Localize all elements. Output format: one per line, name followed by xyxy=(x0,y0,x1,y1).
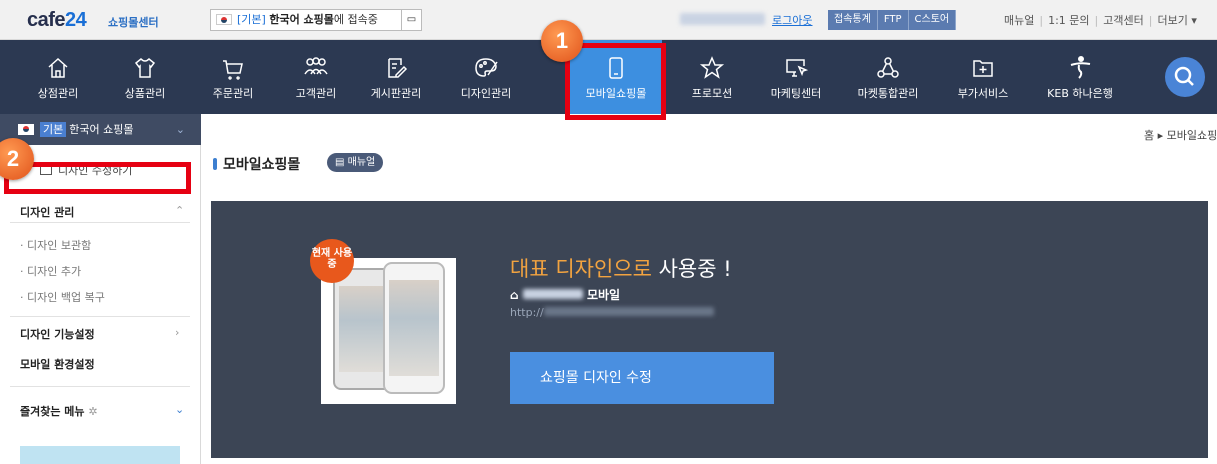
user-id-blurred xyxy=(680,13,765,25)
sidebar-item-design-backup[interactable]: · 디자인 백업 복구 xyxy=(20,289,105,305)
inquiry-link[interactable]: 1:1 문의 xyxy=(1048,14,1089,27)
nav-design[interactable]: 디자인관리 xyxy=(450,40,522,114)
nav-promotion[interactable]: 프로모션 xyxy=(677,40,747,114)
sidebar-favorites[interactable]: 즐겨찾는 메뉴 ✲ ⌄ xyxy=(20,403,184,419)
chevron-right-icon: › xyxy=(175,326,180,339)
cstore-button[interactable]: C스토어 xyxy=(908,10,957,30)
chevron-up-icon: ⌃ xyxy=(175,204,185,217)
chevron-down-icon: ⌄ xyxy=(175,403,185,416)
divider xyxy=(10,316,190,317)
nav-market-integration[interactable]: 마켓통합관리 xyxy=(845,40,931,114)
sidebar-item-design-add[interactable]: · 디자인 추가 xyxy=(20,263,81,279)
nav-marketing[interactable]: 마케팅센터 xyxy=(760,40,832,114)
support-link[interactable]: 고객센터 xyxy=(1103,14,1143,27)
step-badge-1: 1 xyxy=(541,20,583,62)
nav-order[interactable]: 주문관리 xyxy=(203,40,263,114)
sidebar-banner[interactable] xyxy=(20,446,180,464)
star-icon xyxy=(699,56,725,79)
monitor-cursor-icon xyxy=(786,59,809,77)
shop-selector[interactable]: [기본] 한국어 쇼핑몰에 접속중 ▭ xyxy=(210,9,422,31)
search-icon xyxy=(1174,66,1194,86)
logout-link[interactable]: 로그아웃 xyxy=(772,12,812,28)
phone-image xyxy=(383,262,445,394)
current-use-badge: 현재 사용중 xyxy=(310,239,354,283)
nav-store[interactable]: 상점관리 xyxy=(28,40,88,114)
url-blurred xyxy=(543,307,714,316)
sidebar-shop-selector[interactable]: 기본 한국어 쇼핑몰 ⌄ xyxy=(0,114,201,145)
search-button[interactable] xyxy=(1165,57,1205,97)
nav-board[interactable]: 게시판관리 xyxy=(360,40,432,114)
edit-shop-design-button[interactable]: 쇼핑몰 디자인 수정 xyxy=(510,352,774,404)
top-buttons: 접속통계 FTP C스토어 xyxy=(828,10,957,30)
bank-icon xyxy=(1070,56,1091,79)
palette-icon xyxy=(475,58,498,77)
chevron-down-icon: ⌄ xyxy=(175,123,185,136)
shirt-icon xyxy=(134,57,156,78)
logo-subtitle: 쇼핑몰센터 xyxy=(108,16,159,29)
nav-addons[interactable]: 부가서비스 xyxy=(945,40,1021,114)
nav-customer[interactable]: 고객관리 xyxy=(286,40,346,114)
more-link[interactable]: 더보기 ▾ xyxy=(1157,14,1196,27)
home-icon: ⌂ xyxy=(510,288,519,302)
board-icon xyxy=(388,58,408,78)
top-bar: cafe24 쇼핑몰센터 [기본] 한국어 쇼핑몰에 접속중 ▭ 로그아웃 접속… xyxy=(0,0,1217,40)
korea-flag-icon xyxy=(216,14,232,25)
korea-flag-icon xyxy=(18,124,34,135)
network-icon xyxy=(877,57,899,78)
divider xyxy=(10,386,190,387)
sidebar-item-design-storage[interactable]: · 디자인 보관함 xyxy=(20,237,91,253)
divider xyxy=(10,222,190,223)
highlight-box-step1 xyxy=(565,43,666,120)
ftp-button[interactable]: FTP xyxy=(877,10,909,30)
manual-link[interactable]: 매뉴얼 xyxy=(1004,14,1034,27)
gear-icon[interactable]: ✲ xyxy=(88,405,97,418)
breadcrumb[interactable]: 홈 ▸ 모바일쇼핑몰 xyxy=(1144,127,1217,143)
cart-icon xyxy=(223,60,243,80)
panel-url[interactable]: http:// xyxy=(510,306,714,319)
panel-home-line: ⌂ 모바일 xyxy=(510,288,621,302)
nav-product[interactable]: 상품관리 xyxy=(110,40,180,114)
home-icon xyxy=(48,57,68,78)
cafe24-logo[interactable]: cafe24 xyxy=(27,9,87,32)
monitor-icon[interactable]: ▭ xyxy=(401,10,421,30)
sidebar-section-function[interactable]: 디자인 기능설정 › xyxy=(20,326,179,342)
users-icon xyxy=(304,57,328,75)
page-title: 모바일쇼핑몰 xyxy=(213,154,300,174)
manual-button[interactable]: ▤ 매뉴얼 xyxy=(327,153,384,172)
sidebar-section-env[interactable]: 모바일 환경설정 xyxy=(20,356,95,372)
panel-headline: 대표 디자인으로 사용중 ! xyxy=(510,257,732,281)
sidebar-section-design[interactable]: 디자인 관리 ⌃ xyxy=(20,204,184,220)
shop-name-blurred xyxy=(522,289,583,299)
stats-button[interactable]: 접속통계 xyxy=(828,10,878,30)
nav-keb-hana-bank[interactable]: KEB 하나은행 xyxy=(1035,40,1125,114)
plus-folder-icon xyxy=(973,60,993,77)
top-links: 매뉴얼 | 1:1 문의 | 고객센터 | 더보기 ▾ xyxy=(1004,14,1197,27)
